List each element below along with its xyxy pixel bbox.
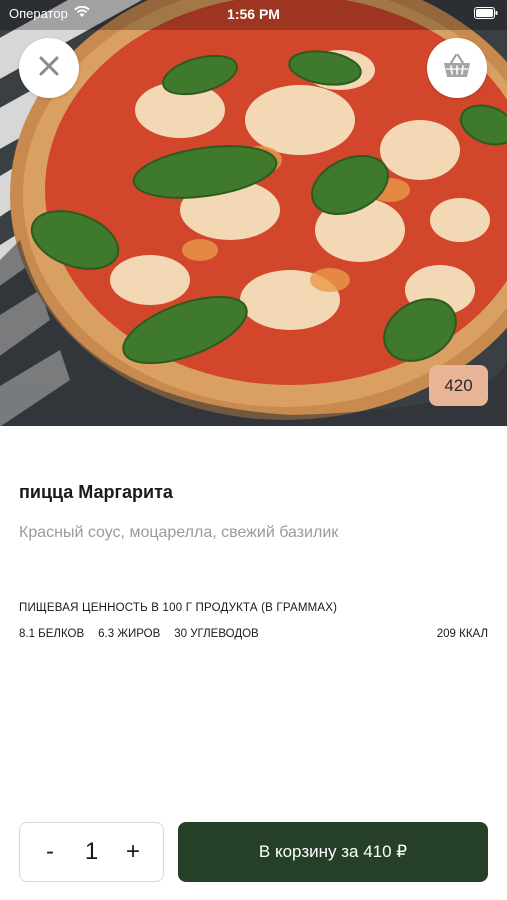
status-bar: Оператор 1:56 PM: [0, 0, 507, 28]
weight-badge: 420: [429, 365, 488, 406]
nutrition-heading: ПИЩЕВАЯ ЦЕННОСТЬ В 100 Г ПРОДУКТА (В ГРА…: [19, 602, 338, 614]
basket-button[interactable]: [427, 38, 487, 98]
battery-icon: [474, 7, 498, 19]
calories-value: 209 ККАЛ: [436, 628, 488, 640]
add-to-cart-button[interactable]: В корзину за 410 ₽: [178, 822, 488, 882]
protein-value: 8.1 БЕЛКОВ: [19, 628, 85, 640]
product-screen: Оператор 1:56 PM 420 пицца Маргарита Кра…: [0, 0, 507, 900]
status-time: 1:56 PM: [227, 6, 280, 22]
product-description: Красный соус, моцарелла, свежий базилик: [19, 524, 339, 541]
carbs-value: 30 УГЛЕВОДОВ: [174, 628, 259, 640]
increase-button[interactable]: +: [121, 840, 145, 864]
close-icon: [38, 55, 60, 82]
add-to-cart-label: В корзину за 410 ₽: [258, 842, 408, 861]
close-button[interactable]: [19, 38, 79, 98]
fat-value: 6.3 ЖИРОВ: [98, 628, 161, 640]
quantity-value: 1: [84, 838, 99, 865]
basket-icon: [442, 53, 472, 84]
nutrition-values: 8.1 БЕЛКОВ 6.3 ЖИРОВ 30 УГЛЕВОДОВ 209 КК…: [19, 628, 488, 640]
decrease-button[interactable]: -: [38, 840, 62, 864]
quantity-stepper: - 1 +: [19, 822, 164, 882]
product-title: пицца Маргарита: [19, 482, 173, 502]
